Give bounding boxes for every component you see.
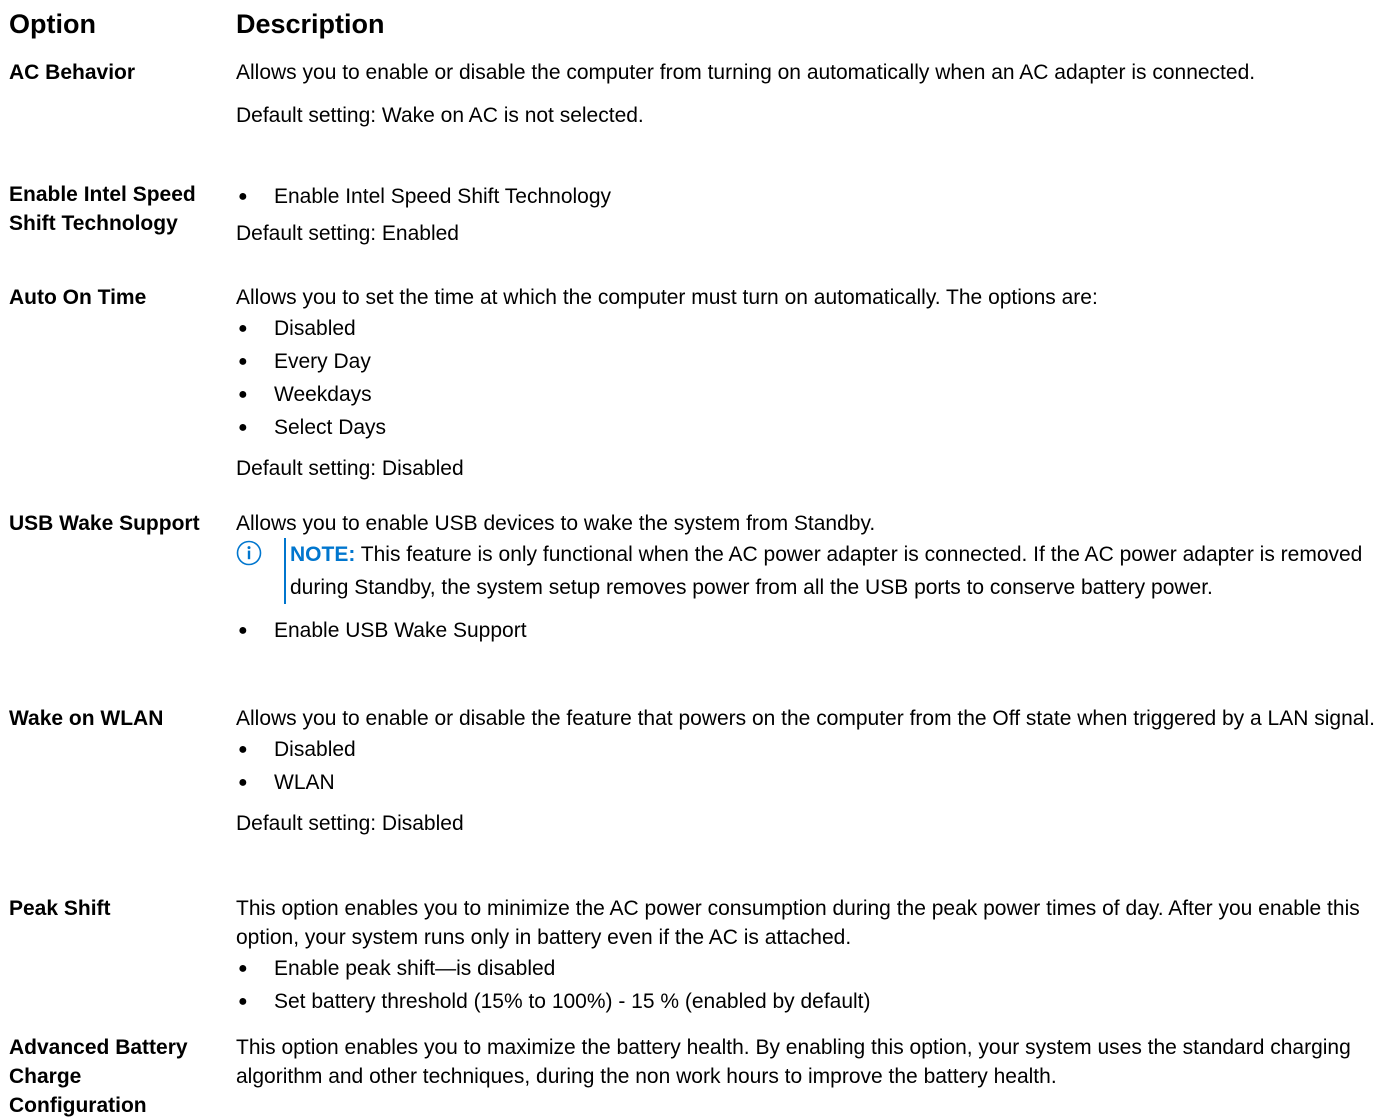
option-description: Allows you to set the time at which the … <box>236 283 1386 483</box>
description-text: This option enables you to minimize the … <box>236 897 1360 949</box>
option-label: Enable Intel Speed Shift Technology <box>9 183 196 235</box>
note-text: This feature is only functional when the… <box>290 543 1363 599</box>
option-list: ● Disabled ● Every Day ● Weekdays ● Select D… <box>236 312 1386 444</box>
bullet-icon: ● <box>238 386 248 403</box>
list-item: ● Weekdays <box>236 378 1386 411</box>
list-item: ● Every Day <box>236 345 1386 378</box>
option-description: This option enables you to minimize the … <box>236 894 1386 1018</box>
default-setting: Default setting: Enabled <box>236 222 459 245</box>
option-list: ● Enable Intel Speed Shift Technology <box>236 180 1386 213</box>
option-label: AC Behavior <box>9 61 136 84</box>
description-text: Allows you to enable or disable the feat… <box>236 707 1375 730</box>
description-text: Allows you to enable USB devices to wake… <box>236 512 876 535</box>
default-setting: Default setting: Disabled <box>236 812 464 835</box>
description-text: Allows you to enable or disable the comp… <box>236 61 1256 84</box>
info-icon <box>236 540 262 566</box>
option-description: This option enables you to maximize the … <box>236 1033 1386 1091</box>
list-item: ● Enable peak shift—is disabled <box>236 952 1386 985</box>
bullet-icon: ● <box>238 353 248 370</box>
default-setting: Default setting: Disabled <box>236 457 464 480</box>
option-label: USB Wake Support <box>9 512 200 535</box>
bullet-icon: ● <box>238 622 248 639</box>
bullet-icon: ● <box>238 741 248 758</box>
bullet-icon: ● <box>238 960 248 977</box>
bullet-icon: ● <box>238 774 248 791</box>
list-item: ● Set battery threshold (15% to 100%) - 1… <box>236 985 1386 1018</box>
option-label: Auto On Time <box>9 286 147 309</box>
description-text: Allows you to set the time at which the … <box>236 286 1098 309</box>
note-callout: NOTE: This feature is only functional wh… <box>236 538 1386 604</box>
setup-options-page: Option Description AC Behavior Allows yo… <box>0 0 1397 1117</box>
list-item: ● WLAN <box>236 766 1386 799</box>
bullet-icon: ● <box>238 419 248 436</box>
option-description: ● Enable Intel Speed Shift Technology Def… <box>236 180 1386 248</box>
bullet-icon: ● <box>238 320 248 337</box>
option-list: ● Enable USB Wake Support <box>236 614 1386 647</box>
column-header-description: Description <box>236 9 385 39</box>
option-label: Wake on WLAN <box>9 707 164 730</box>
bullet-icon: ● <box>238 993 248 1010</box>
description-text: This option enables you to maximize the … <box>236 1036 1351 1088</box>
option-description: Allows you to enable or disable the comp… <box>236 58 1386 130</box>
option-label: Advanced Battery Charge Configuration <box>9 1036 188 1117</box>
list-item: ● Enable USB Wake Support <box>236 614 1386 647</box>
column-header-option: Option <box>9 9 96 39</box>
option-description: Allows you to enable or disable the feat… <box>236 704 1386 838</box>
option-label: Peak Shift <box>9 897 111 920</box>
note-label: NOTE: <box>290 543 356 566</box>
default-setting: Default setting: Wake on AC is not selec… <box>236 104 644 127</box>
option-list: ● Enable peak shift—is disabled ● Set batt… <box>236 952 1386 1018</box>
list-item: ● Enable Intel Speed Shift Technology <box>236 180 1386 213</box>
note-body: NOTE: This feature is only functional wh… <box>284 538 1386 604</box>
list-item: ● Select Days <box>236 411 1386 444</box>
list-item: ● Disabled <box>236 312 1386 345</box>
option-description: Allows you to enable USB devices to wake… <box>236 509 1386 647</box>
option-list: ● Disabled ● WLAN <box>236 733 1386 799</box>
list-item: ● Disabled <box>236 733 1386 766</box>
bullet-icon: ● <box>238 188 248 205</box>
